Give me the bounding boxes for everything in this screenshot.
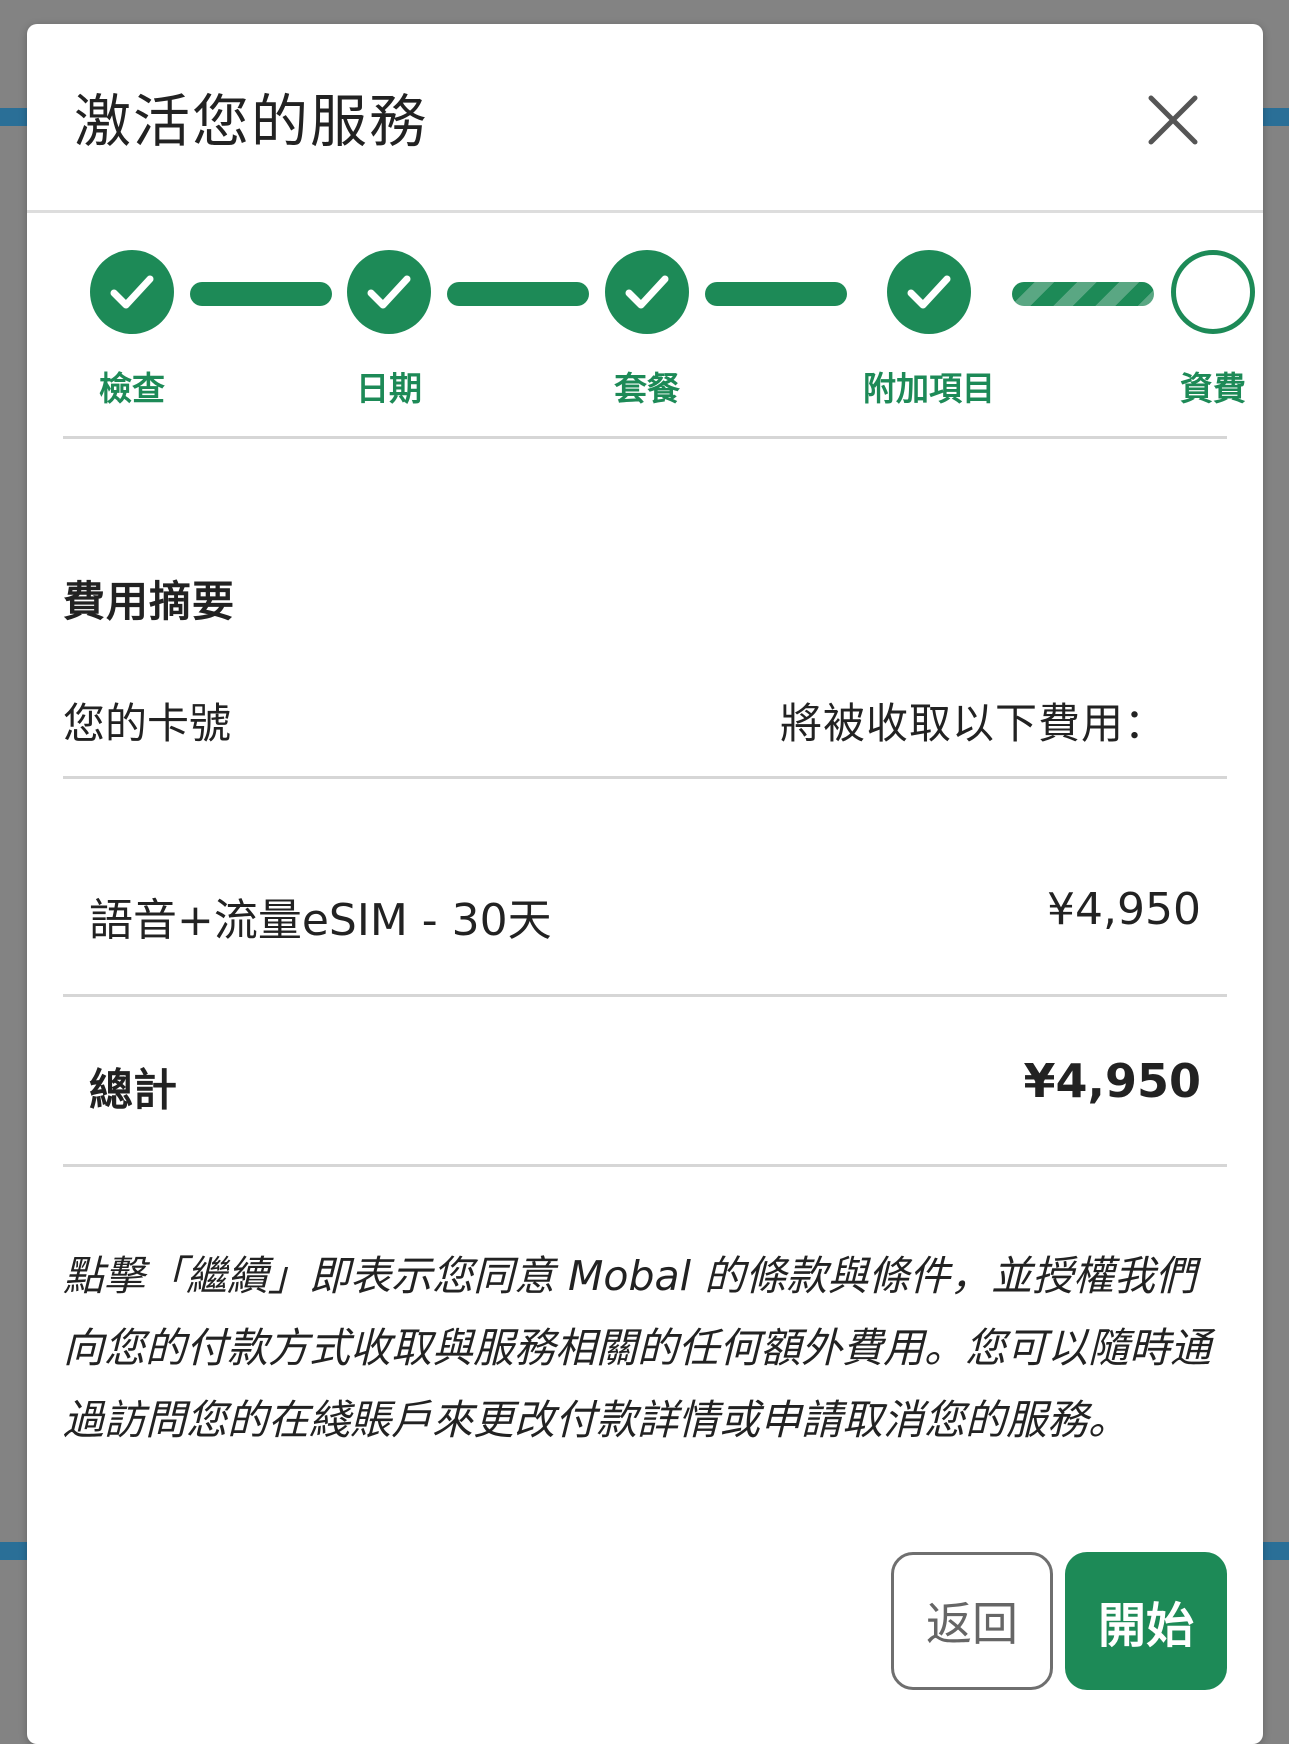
step-billing-circle <box>1171 250 1255 334</box>
step-label-check: 檢查 <box>99 369 165 408</box>
total-divider <box>63 1164 1227 1167</box>
line-item-divider <box>63 994 1227 997</box>
close-button[interactable] <box>1145 92 1201 148</box>
step-label-date: 日期 <box>356 369 422 408</box>
step-label-addons: 附加項目 <box>863 369 995 408</box>
modal-title: 激活您的服務 <box>74 89 428 155</box>
step-date-circle <box>347 250 431 334</box>
summary-header-divider <box>63 776 1227 779</box>
charge-notice: 將被收取以下費用： <box>779 699 1167 748</box>
total-label: 總計 <box>89 1065 177 1116</box>
close-icon <box>1148 95 1198 145</box>
check-icon <box>110 275 154 309</box>
step-label-plan: 套餐 <box>614 369 680 408</box>
stepper-divider <box>63 436 1227 439</box>
terms-text: 點擊「繼續」即表示您同意 Mobal 的條款與條件，並授權我們向您的付款方式收取… <box>63 1252 1211 1444</box>
step-check-circle <box>90 250 174 334</box>
check-icon <box>907 275 951 309</box>
back-button[interactable]: 返回 <box>891 1552 1053 1690</box>
step-addons-circle <box>887 250 971 334</box>
step-plan-circle <box>605 250 689 334</box>
summary-title: 費用摘要 <box>63 577 236 626</box>
activation-modal: 激活您的服務 檢查 日期 套餐 附加項目 資費 費用摘要 您的卡號 將被收取以下… <box>27 24 1263 1744</box>
line-item-price: ¥4,950 <box>1047 884 1201 935</box>
check-icon <box>367 275 411 309</box>
start-button[interactable]: 開始 <box>1065 1552 1227 1690</box>
card-number-label: 您的卡號 <box>63 699 232 748</box>
step-connector-current <box>1012 282 1154 306</box>
line-item-name: 語音+流量eSIM - 30天 <box>89 895 552 946</box>
step-connector <box>447 282 589 306</box>
total-price: ¥4,950 <box>1023 1054 1201 1108</box>
step-connector <box>190 282 332 306</box>
step-connector <box>705 282 847 306</box>
modal-header: 激活您的服務 <box>27 24 1263 213</box>
progress-stepper: 檢查 日期 套餐 附加項目 資費 <box>63 250 1263 408</box>
check-icon <box>625 275 669 309</box>
step-label-billing: 資費 <box>1180 369 1246 408</box>
